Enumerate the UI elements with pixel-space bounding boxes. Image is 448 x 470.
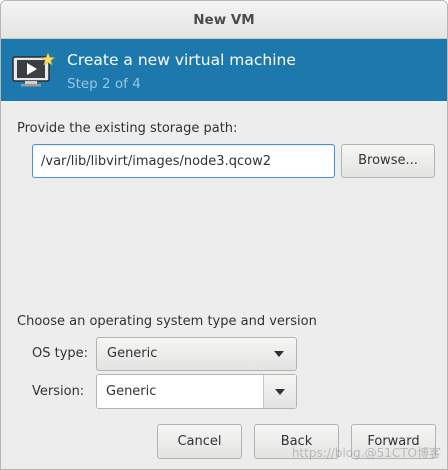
chevron-down-icon	[274, 351, 284, 357]
version-input[interactable]	[97, 375, 263, 408]
monitor-play-icon	[12, 52, 56, 87]
browse-button[interactable]: Browse...	[341, 144, 435, 178]
storage-path-input[interactable]	[32, 144, 335, 178]
banner-step: Step 2 of 4	[67, 76, 141, 92]
cancel-button[interactable]: Cancel	[157, 424, 242, 459]
watermark-text: https://blog.@51CTO博客	[291, 446, 441, 460]
os-type-select[interactable]: Generic	[96, 337, 297, 371]
banner-title: Create a new virtual machine	[67, 51, 296, 69]
storage-path-label: Provide the existing storage path:	[17, 121, 238, 136]
os-type-value: Generic	[107, 346, 158, 361]
window-title: New VM	[1, 1, 447, 39]
os-section-label: Choose an operating system type and vers…	[17, 314, 317, 329]
new-vm-dialog: New VM Create a new virtual machine Step…	[0, 0, 448, 470]
os-type-label: OS type:	[32, 346, 89, 361]
chevron-down-icon	[275, 389, 285, 395]
version-combo[interactable]	[96, 374, 297, 409]
version-dropdown-button[interactable]	[263, 375, 296, 408]
wizard-banner: Create a new virtual machine Step 2 of 4	[1, 39, 447, 101]
version-label: Version:	[32, 384, 85, 399]
